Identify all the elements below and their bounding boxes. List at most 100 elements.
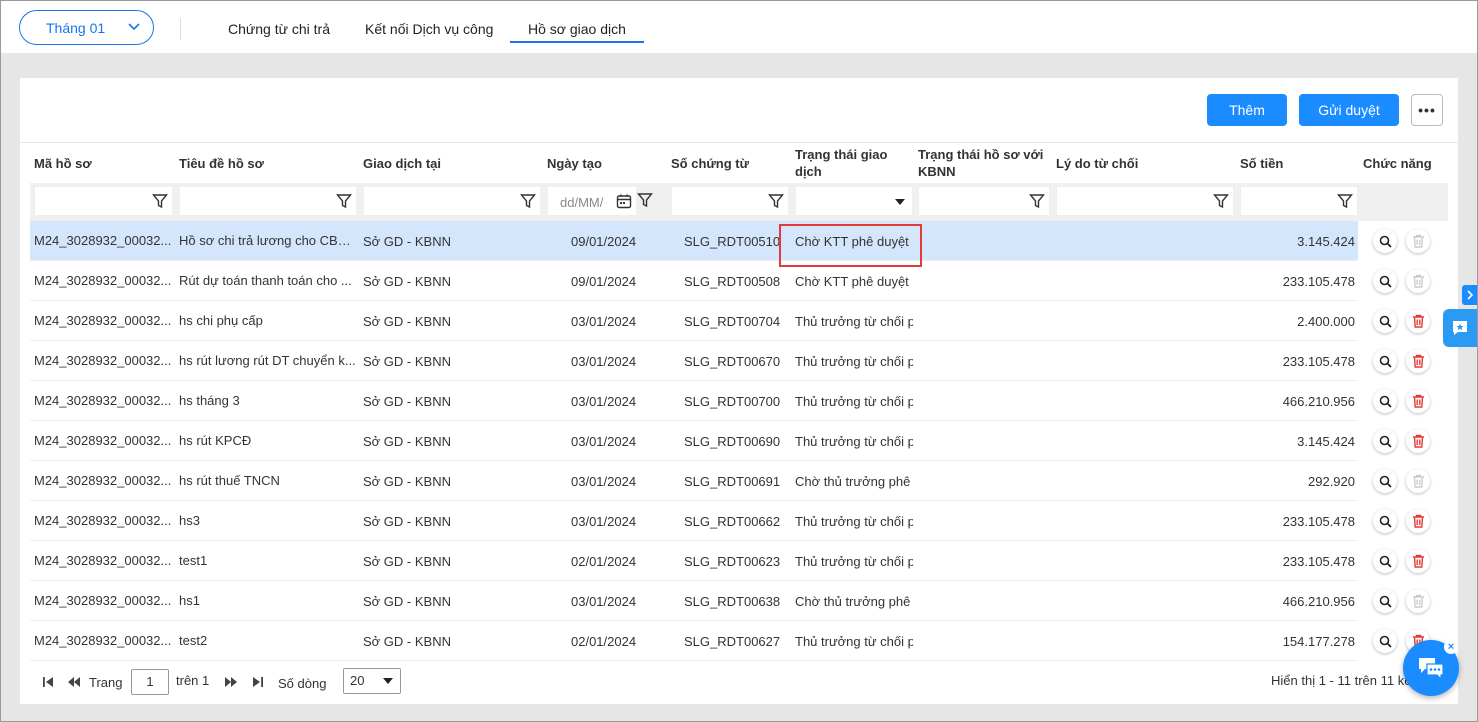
filter-giao-dich-tai[interactable] — [363, 186, 541, 216]
view-button[interactable] — [1373, 429, 1397, 453]
filter-icon[interactable] — [1029, 193, 1045, 209]
table-row[interactable]: M24_3028932_00032... test1 Sở GD - KBNN 02/… — [30, 541, 1448, 581]
filter-ngay-tao[interactable]: dd/MM/ — [547, 186, 637, 216]
filter-icon[interactable] — [336, 193, 352, 209]
action-cell — [1358, 421, 1448, 461]
calendar-icon[interactable] — [616, 193, 632, 209]
table-row[interactable]: M24_3028932_00032... Hồ sơ chi trả lương … — [30, 221, 1448, 261]
cell-tien: 292.920 — [1308, 473, 1355, 489]
cell-gd: Sở GD - KBNN — [363, 353, 451, 369]
col-so-tien[interactable]: Số tiền — [1240, 143, 1283, 183]
table-row[interactable]: M24_3028932_00032... hs tháng 3 Sở GD - KB… — [30, 381, 1448, 421]
next-page-icon[interactable] — [224, 676, 238, 688]
col-trang-thai-kbnn[interactable]: Trạng thái hồ sơ với KBNN — [918, 143, 1048, 183]
side-collapse-tab[interactable] — [1462, 285, 1477, 305]
delete-button[interactable] — [1406, 549, 1430, 573]
search-icon — [1379, 595, 1392, 608]
cell-tien: 466.210.956 — [1282, 393, 1355, 409]
filter-icon[interactable] — [152, 193, 168, 209]
view-button[interactable] — [1373, 509, 1397, 533]
filter-icon[interactable] — [1213, 193, 1229, 209]
filter-icon[interactable] — [768, 193, 784, 209]
view-button[interactable] — [1373, 309, 1397, 333]
col-ma-ho-so[interactable]: Mã hồ sơ — [34, 143, 92, 183]
table-row[interactable]: M24_3028932_00032... hs rút KPCĐ Sở GD - K… — [30, 421, 1448, 461]
cell-ma: M24_3028932_00032... — [34, 353, 172, 368]
filter-trang-thai-kbnn[interactable] — [918, 186, 1050, 216]
view-button[interactable] — [1373, 349, 1397, 373]
prev-page-icon[interactable] — [67, 676, 81, 688]
add-button[interactable]: Thêm — [1207, 94, 1287, 126]
table-row[interactable]: M24_3028932_00032... hs chi phụ cấp Sở GD … — [30, 301, 1448, 341]
delete-button[interactable] — [1406, 389, 1430, 413]
filter-ma-ho-so[interactable] — [34, 186, 173, 216]
delete-button[interactable] — [1406, 429, 1430, 453]
col-tieu-de[interactable]: Tiêu đề hồ sơ — [179, 143, 264, 183]
col-ngay-tao[interactable]: Ngày tạo — [547, 143, 602, 183]
view-button[interactable] — [1373, 229, 1397, 253]
delete-button[interactable] — [1406, 589, 1430, 613]
filter-icon[interactable] — [520, 193, 536, 209]
delete-button[interactable] — [1406, 509, 1430, 533]
col-giao-dich-tai[interactable]: Giao dịch tại — [363, 143, 441, 183]
col-trang-thai-gd[interactable]: Trạng thái giao dịch — [795, 143, 905, 183]
cell-tien: 466.210.956 — [1282, 593, 1355, 609]
view-button[interactable] — [1373, 389, 1397, 413]
table-row[interactable]: M24_3028932_00032... hs rút thuế TNCN Sở G… — [30, 461, 1448, 501]
last-page-icon[interactable] — [252, 676, 264, 688]
tab-chung-tu-chi-tra[interactable]: Chứng từ chi trả — [228, 21, 330, 37]
filter-trang-thai-gd-select[interactable] — [795, 186, 913, 216]
filter-ly-do[interactable] — [1056, 186, 1234, 216]
delete-button[interactable] — [1406, 229, 1430, 253]
cell-tieude: test2 — [179, 633, 208, 648]
action-cell — [1358, 261, 1448, 301]
table-row[interactable]: M24_3028932_00032... hs1 Sở GD - KBNN 03/01… — [30, 581, 1448, 621]
trash-icon — [1412, 314, 1424, 328]
tab-ho-so-giao-dich[interactable]: Hồ sơ giao dịch — [510, 21, 644, 43]
cell-tt: Chờ KTT phê duyệt — [795, 233, 909, 249]
cell-tt: Thủ trưởng từ chối ph — [795, 513, 913, 529]
rows-per-page-select[interactable]: 20 — [343, 668, 401, 694]
data-table: Mã hồ sơ Tiêu đề hồ sơ Giao dịch tại Ngà… — [30, 143, 1448, 661]
delete-button[interactable] — [1406, 309, 1430, 333]
tab-ket-noi-dich-vu-cong[interactable]: Kết nối Dịch vụ công — [365, 21, 493, 37]
delete-button[interactable] — [1406, 469, 1430, 493]
month-select[interactable]: Tháng 01 — [19, 10, 154, 45]
chat-close-icon[interactable]: × — [1444, 640, 1458, 654]
cell-ma: M24_3028932_00032... — [34, 393, 172, 408]
view-button[interactable] — [1373, 549, 1397, 573]
filter-so-tien[interactable] — [1240, 186, 1358, 216]
delete-button[interactable] — [1406, 349, 1430, 373]
view-button[interactable] — [1373, 629, 1397, 653]
cell-sct: SLG_RDT00627 — [684, 633, 781, 649]
page-number-input[interactable]: 1 — [131, 669, 169, 695]
filter-tieu-de[interactable] — [179, 186, 357, 216]
first-page-icon[interactable] — [42, 676, 54, 688]
cell-gd: Sở GD - KBNN — [363, 433, 451, 449]
search-icon — [1379, 635, 1392, 648]
cell-sct: SLG_RDT00690 — [684, 433, 781, 449]
col-so-chung-tu[interactable]: Số chứng từ — [671, 143, 749, 183]
view-button[interactable] — [1373, 269, 1397, 293]
submit-approval-button[interactable]: Gửi duyệt — [1299, 94, 1399, 126]
view-button[interactable] — [1373, 469, 1397, 493]
cell-tt: Thủ trưởng từ chối ph — [795, 393, 913, 409]
col-ly-do[interactable]: Lý do từ chối — [1056, 143, 1138, 183]
table-header: Mã hồ sơ Tiêu đề hồ sơ Giao dịch tại Ngà… — [30, 143, 1448, 183]
feedback-button[interactable] — [1443, 309, 1477, 347]
view-button[interactable] — [1373, 589, 1397, 613]
cell-tien: 3.145.424 — [1297, 433, 1355, 449]
table-row[interactable]: M24_3028932_00032... Rút dự toán thanh to… — [30, 261, 1448, 301]
cell-gd: Sở GD - KBNN — [363, 633, 451, 649]
cell-ngay: 03/01/2024 — [571, 313, 637, 329]
table-row[interactable]: M24_3028932_00032... test2 Sở GD - KBNN 02/… — [30, 621, 1448, 661]
cell-ma: M24_3028932_00032... — [34, 513, 172, 528]
table-row[interactable]: M24_3028932_00032... hs rút lương rút DT … — [30, 341, 1448, 381]
trash-icon — [1412, 514, 1424, 528]
filter-so-chung-tu[interactable] — [671, 186, 789, 216]
filter-icon[interactable] — [1337, 193, 1353, 209]
table-row[interactable]: M24_3028932_00032... hs3 Sở GD - KBNN 03/01… — [30, 501, 1448, 541]
filter-icon[interactable] — [637, 192, 653, 208]
delete-button[interactable] — [1406, 269, 1430, 293]
more-options-button[interactable]: ••• — [1411, 94, 1443, 126]
